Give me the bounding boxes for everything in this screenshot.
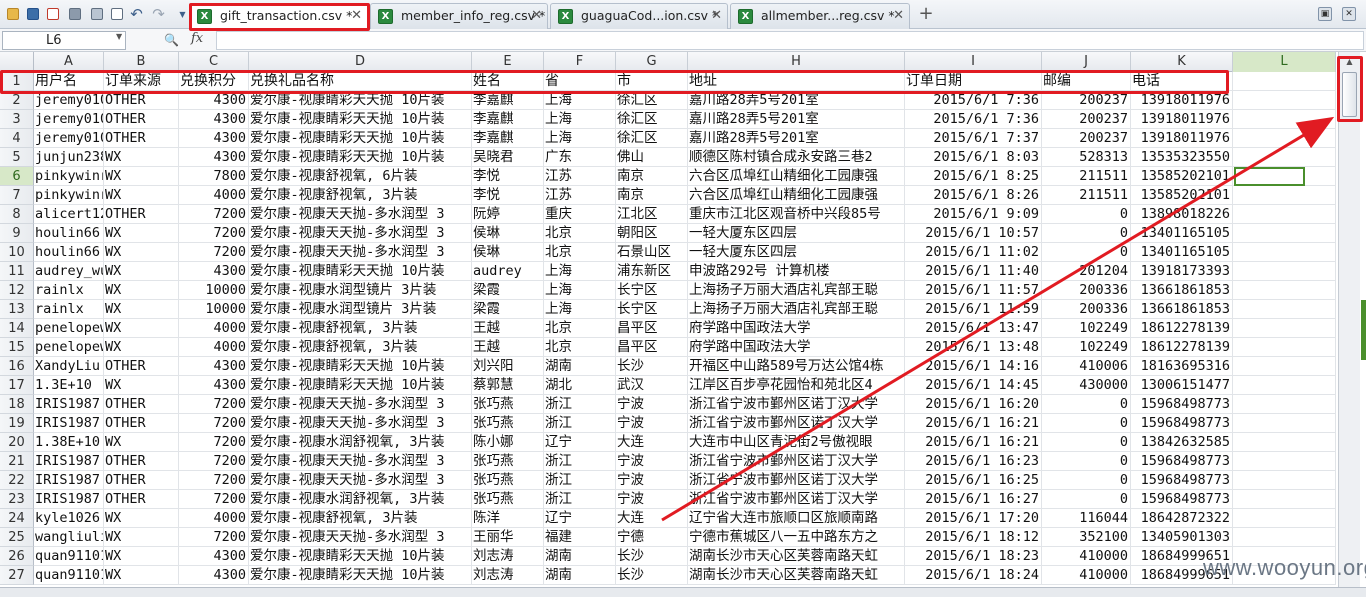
annotation-arrow xyxy=(661,116,1335,522)
arrow-line xyxy=(661,116,1335,522)
watermark: www.wooyun.org xyxy=(1203,555,1366,580)
